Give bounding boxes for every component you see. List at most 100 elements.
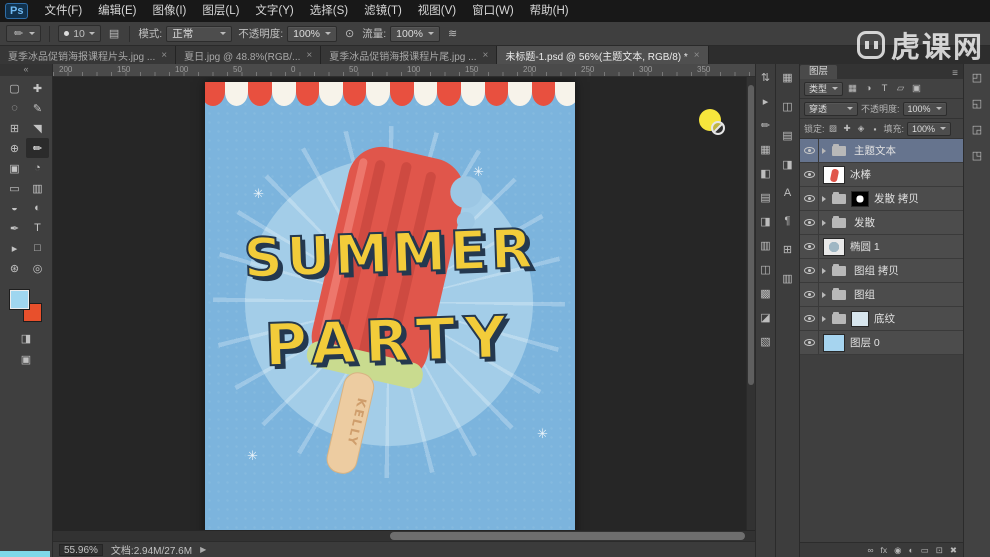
visibility-eye-icon[interactable] bbox=[800, 162, 819, 187]
menu-item-select[interactable]: 选择(S) bbox=[302, 0, 356, 22]
filter-pixel-layers-icon[interactable]: ▦ bbox=[846, 83, 859, 94]
expand-arrow-icon[interactable] bbox=[822, 195, 826, 202]
layer-mask-thumbnail[interactable] bbox=[851, 190, 869, 207]
collapsed-panel-icon[interactable]: ◧ bbox=[760, 167, 770, 180]
toggle-brush-panel-icon[interactable]: ▤ bbox=[107, 27, 121, 40]
layer-thumbnail[interactable] bbox=[823, 165, 845, 184]
visibility-eye-icon[interactable] bbox=[800, 306, 819, 331]
layer-row[interactable]: 发散 拷贝 bbox=[800, 186, 963, 211]
zoom-level-field[interactable]: 55.96% bbox=[59, 543, 103, 556]
info-panel-icon[interactable]: ▤ bbox=[782, 129, 792, 142]
layer-name[interactable]: 图组 拷贝 bbox=[854, 263, 899, 278]
horizontal-scrollbar-thumb[interactable] bbox=[390, 532, 745, 540]
visibility-eye-icon[interactable] bbox=[800, 186, 819, 211]
filter-type-layers-icon[interactable]: T bbox=[878, 83, 891, 94]
collapsed-panel-icon[interactable]: ◨ bbox=[760, 215, 770, 228]
collapsed-panel-icon[interactable]: ✏ bbox=[761, 119, 770, 132]
layer-thumbnail[interactable] bbox=[823, 237, 845, 256]
lock-all-icon[interactable]: ▪ bbox=[870, 124, 881, 134]
spot-healing-brush-tool[interactable]: ⊕ bbox=[3, 138, 26, 158]
menu-item-layer[interactable]: 图层(L) bbox=[194, 0, 247, 22]
foreground-color-swatch[interactable] bbox=[10, 290, 29, 309]
horizontal-scrollbar[interactable] bbox=[53, 530, 755, 541]
lasso-tool[interactable]: ◌ bbox=[3, 98, 26, 118]
visibility-eye-icon[interactable] bbox=[800, 139, 819, 163]
collapsed-panel-icon[interactable]: ◲ bbox=[972, 123, 982, 136]
expand-arrow-icon[interactable] bbox=[822, 315, 826, 322]
document-tab-1[interactable]: 夏季冰品促销海报课程片头.jpg ... × bbox=[0, 46, 177, 64]
paragraph-panel-icon[interactable]: ¶ bbox=[785, 215, 791, 227]
layer-row[interactable]: 底纹 bbox=[800, 306, 963, 331]
new-layer-icon[interactable]: ⊡ bbox=[936, 545, 943, 556]
lock-transparency-icon[interactable]: ▨ bbox=[828, 123, 839, 134]
rectangle-tool[interactable]: □ bbox=[26, 238, 49, 258]
color-swatches[interactable] bbox=[10, 290, 42, 322]
layer-name[interactable]: 底纹 bbox=[874, 311, 895, 326]
move-tool[interactable]: ✚ bbox=[26, 78, 49, 98]
zoom-tool[interactable]: ◎ bbox=[26, 258, 49, 278]
tab-close-icon[interactable]: × bbox=[161, 50, 167, 61]
expand-arrow-icon[interactable] bbox=[822, 291, 826, 298]
filter-smart-objects-icon[interactable]: ▣ bbox=[910, 83, 923, 94]
document-tab-3[interactable]: 夏季冰品促销海报课程片尾.jpg ... × bbox=[321, 46, 498, 64]
layer-filter-type-select[interactable]: 类型 bbox=[804, 81, 844, 96]
link-layers-icon[interactable]: ∞ bbox=[867, 545, 873, 555]
tab-close-icon[interactable]: × bbox=[306, 50, 312, 61]
opacity-select[interactable]: 100% bbox=[287, 25, 338, 42]
delete-layer-icon[interactable]: ✖ bbox=[950, 545, 957, 556]
collapsed-panel-icon[interactable]: ▸ bbox=[763, 95, 769, 108]
quick-mask-button[interactable]: ◨ bbox=[21, 332, 31, 345]
crop-tool[interactable]: ⊞ bbox=[3, 118, 26, 138]
collapsed-panel-icon[interactable]: ▦ bbox=[760, 143, 770, 156]
character-panel-icon[interactable]: A bbox=[784, 187, 791, 199]
layers-panel-tab[interactable]: 图层 bbox=[800, 65, 838, 79]
expand-arrow-icon[interactable] bbox=[822, 147, 826, 154]
vertical-scrollbar[interactable] bbox=[746, 77, 755, 530]
collapsed-panel-icon[interactable]: ◳ bbox=[972, 149, 982, 162]
filter-adjustment-layers-icon[interactable]: ◑ bbox=[862, 83, 875, 94]
flow-select[interactable]: 100% bbox=[390, 25, 441, 42]
path-selection-tool[interactable]: ▸ bbox=[3, 238, 26, 258]
layer-row[interactable]: 椭圆 1 bbox=[800, 234, 963, 259]
brush-preset-picker[interactable]: 10 bbox=[58, 25, 101, 42]
layer-thumbnail[interactable] bbox=[851, 310, 869, 327]
collapsed-panel-icon[interactable]: ▤ bbox=[760, 191, 770, 204]
collapsed-panel-icon[interactable]: ▩ bbox=[760, 287, 770, 300]
visibility-eye-icon[interactable] bbox=[800, 282, 819, 307]
collapsed-panel-icon[interactable]: ◰ bbox=[972, 71, 982, 84]
collapsed-panel-icon[interactable]: ▥ bbox=[760, 239, 770, 252]
status-flyout-arrow[interactable]: ▶ bbox=[200, 545, 206, 554]
new-group-icon[interactable]: ▭ bbox=[921, 545, 929, 556]
navigator-panel-icon[interactable]: ◫ bbox=[782, 100, 792, 113]
filter-shape-layers-icon[interactable]: ▱ bbox=[894, 83, 907, 94]
panel-menu-icon[interactable]: ≡ bbox=[952, 68, 958, 79]
toolbar-collapse-button[interactable]: « bbox=[0, 64, 52, 76]
layer-row[interactable]: 发散 bbox=[800, 210, 963, 235]
layer-row[interactable]: 主题文本 bbox=[800, 139, 963, 163]
adjustment-layer-icon[interactable]: ◐ bbox=[909, 545, 914, 555]
visibility-eye-icon[interactable] bbox=[800, 234, 819, 259]
expand-arrow-icon[interactable] bbox=[822, 219, 826, 226]
pen-tool[interactable]: ✒ bbox=[3, 218, 26, 238]
tab-close-icon[interactable]: × bbox=[694, 50, 700, 61]
layer-name[interactable]: 发散 bbox=[854, 215, 875, 230]
layer-row[interactable]: 冰棒 bbox=[800, 162, 963, 187]
menu-item-window[interactable]: 窗口(W) bbox=[464, 0, 522, 22]
add-layer-mask-icon[interactable]: ◉ bbox=[894, 545, 901, 556]
styles-panel-icon[interactable]: ▥ bbox=[782, 272, 792, 285]
lock-position-icon[interactable]: ◈ bbox=[856, 123, 867, 134]
screen-mode-button[interactable]: ▣ bbox=[21, 353, 31, 366]
layer-opacity-select[interactable]: 100% bbox=[902, 101, 947, 116]
airbrush-icon[interactable]: ≋ bbox=[446, 27, 459, 40]
collapsed-panel-icon[interactable]: ⇅ bbox=[761, 71, 770, 84]
layer-row[interactable]: 图组 bbox=[800, 282, 963, 307]
histogram-panel-icon[interactable]: ▦ bbox=[782, 71, 792, 84]
layer-name[interactable]: 椭圆 1 bbox=[850, 239, 880, 254]
layer-name[interactable]: 图组 bbox=[854, 287, 875, 302]
history-brush-tool[interactable]: ◔ bbox=[26, 158, 49, 178]
rectangular-marquee-tool[interactable]: ▢ bbox=[3, 78, 26, 98]
gradient-tool[interactable]: ▥ bbox=[26, 178, 49, 198]
hand-tool[interactable]: ⊛ bbox=[3, 258, 26, 278]
document-tab-2[interactable]: 夏日.jpg @ 48.8%(RGB/... × bbox=[176, 46, 322, 64]
blend-mode-select[interactable]: 正常 bbox=[166, 25, 233, 42]
